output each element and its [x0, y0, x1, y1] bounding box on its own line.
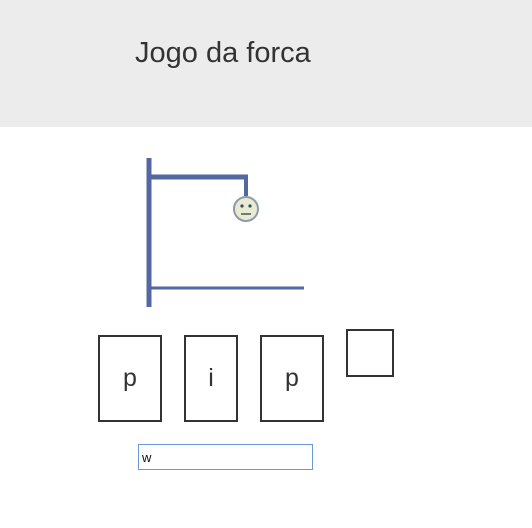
guess-input[interactable]: [138, 444, 313, 470]
letter-slot-2: i: [184, 335, 238, 422]
page-title: Jogo da forca: [135, 37, 311, 69]
letter-slot-1: p: [98, 335, 162, 422]
neutral-face-icon: [233, 196, 259, 222]
letter-slot-3: p: [260, 335, 324, 422]
letter-slot-4: [346, 329, 394, 377]
header-bar: Jogo da forca: [0, 0, 532, 127]
